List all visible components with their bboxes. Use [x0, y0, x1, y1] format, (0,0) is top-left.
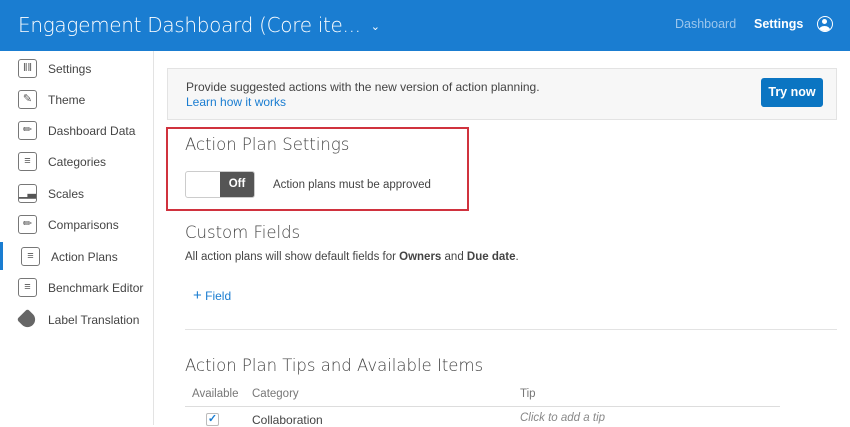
nav-settings[interactable]: Settings — [754, 17, 803, 31]
brush-icon: ✎ — [18, 90, 37, 109]
sliders-icon: ‖‖ — [18, 59, 37, 78]
nav-dashboard[interactable]: Dashboard — [675, 17, 736, 31]
tips-title: Action Plan Tips and Available Items — [185, 356, 484, 375]
dashboard-title: Engagement Dashboard (Core ite... — [18, 13, 361, 37]
column-tip: Tip — [520, 388, 536, 400]
pencil-icon: ✏ — [18, 121, 37, 140]
toggle-state: Off — [220, 172, 254, 197]
list-icon: ≡ — [18, 278, 37, 297]
table-header-divider — [185, 406, 780, 407]
plus-icon: + — [193, 287, 202, 304]
pencil-icon: ✏ — [18, 215, 37, 234]
sidebar: ‖‖ Settings ✎ Theme ✏ Dashboard Data ≡ Categ… — [0, 51, 154, 425]
divider — [185, 329, 837, 330]
bar-chart-icon: ▁▃ — [18, 184, 37, 203]
owners-text: Owners — [399, 251, 442, 263]
chevron-down-icon: ⌄ — [370, 20, 380, 33]
list-icon: ≡ — [18, 152, 37, 171]
sidebar-item-theme[interactable]: ✎ Theme — [0, 88, 153, 112]
add-field-label: Field — [205, 289, 232, 303]
sidebar-item-dashboard-data[interactable]: ✏ Dashboard Data — [0, 119, 153, 143]
user-account-icon[interactable] — [817, 16, 833, 32]
column-category: Category — [252, 388, 299, 400]
sidebar-item-action-plans[interactable]: ≡ Action Plans — [0, 242, 153, 270]
toggle-label: Action plans must be approved — [273, 179, 431, 191]
check-icon: ✓ — [207, 413, 218, 425]
learn-more-link[interactable]: Learn how it works — [186, 95, 286, 109]
approval-toggle[interactable]: Off — [185, 171, 255, 198]
add-field-button[interactable]: + Field — [193, 287, 231, 304]
clipboard-icon: ≡ — [21, 247, 40, 266]
and-text: and — [441, 251, 467, 263]
dashboard-title-dropdown[interactable]: Engagement Dashboard (Core ite... ⌄ — [18, 13, 380, 37]
tip-cell[interactable]: Click to add a tip — [520, 412, 605, 424]
due-date-text: Due date — [466, 251, 516, 263]
column-available: Available — [192, 388, 239, 400]
sidebar-item-benchmark-editor[interactable]: ≡ Benchmark Editor — [0, 276, 153, 300]
tag-icon — [16, 308, 39, 331]
custom-fields-title: Custom Fields — [185, 223, 301, 242]
sidebar-item-settings[interactable]: ‖‖ Settings — [0, 57, 153, 81]
desc-text: All action plans will show default field… — [185, 251, 400, 263]
app-header: Engagement Dashboard (Core ite... ⌄ Dashb… — [0, 0, 850, 51]
action-planning-banner: Provide suggested actions with the new v… — [167, 68, 837, 120]
available-checkbox[interactable]: ✓ — [206, 413, 219, 426]
sidebar-item-scales[interactable]: ▁▃ Scales — [0, 182, 153, 206]
sidebar-item-label-translation[interactable]: Label Translation — [0, 308, 153, 332]
sidebar-item-comparisons[interactable]: ✏ Comparisons — [0, 213, 153, 237]
banner-text: Provide suggested actions with the new v… — [186, 80, 540, 94]
custom-fields-description: All action plans will show default field… — [185, 251, 519, 263]
try-now-button[interactable]: Try now — [761, 78, 823, 107]
action-plan-settings-title: Action Plan Settings — [185, 135, 350, 154]
period-text: . — [515, 251, 519, 263]
sidebar-item-categories[interactable]: ≡ Categories — [0, 150, 153, 174]
